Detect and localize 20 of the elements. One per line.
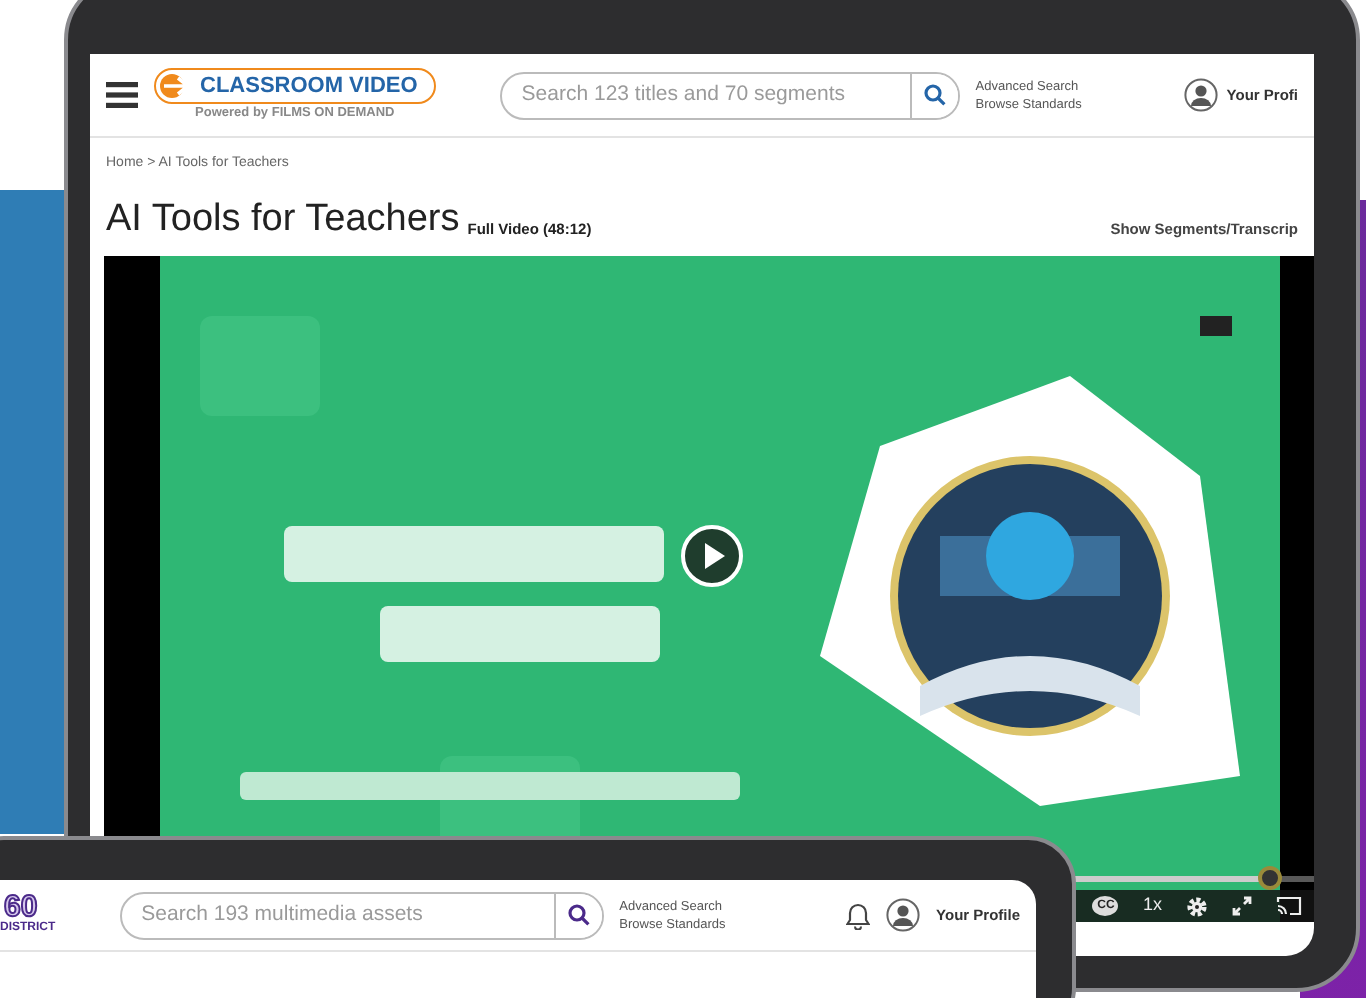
- settings-icon[interactable]: [1186, 895, 1208, 917]
- user-icon: [1184, 78, 1219, 112]
- bell-icon[interactable]: [846, 901, 871, 929]
- search-bar[interactable]: Search 193 multimedia assets: [119, 891, 604, 939]
- search-bar[interactable]: Search 123 titles and 70 segments: [499, 71, 960, 119]
- search-button[interactable]: [909, 73, 958, 117]
- play-button[interactable]: [679, 523, 743, 588]
- logo[interactable]: CLASSROOM VIDEO: [154, 67, 436, 104]
- search-button[interactable]: [553, 893, 602, 937]
- search-icon: [923, 84, 946, 106]
- search-input[interactable]: Search 123 titles and 70 segments: [501, 73, 910, 117]
- logo-text: CLASSROOM VIDEO: [200, 71, 418, 102]
- menu-icon[interactable]: [106, 82, 138, 108]
- cast-icon[interactable]: [1276, 896, 1302, 916]
- search-icon: [567, 904, 590, 926]
- search-input[interactable]: Search 193 multimedia assets: [121, 893, 554, 937]
- speed-button[interactable]: 1x: [1142, 892, 1162, 920]
- user-icon: [886, 898, 921, 932]
- fullscreen-icon[interactable]: [1232, 896, 1252, 916]
- page-title: AI Tools for Teachers: [106, 195, 460, 243]
